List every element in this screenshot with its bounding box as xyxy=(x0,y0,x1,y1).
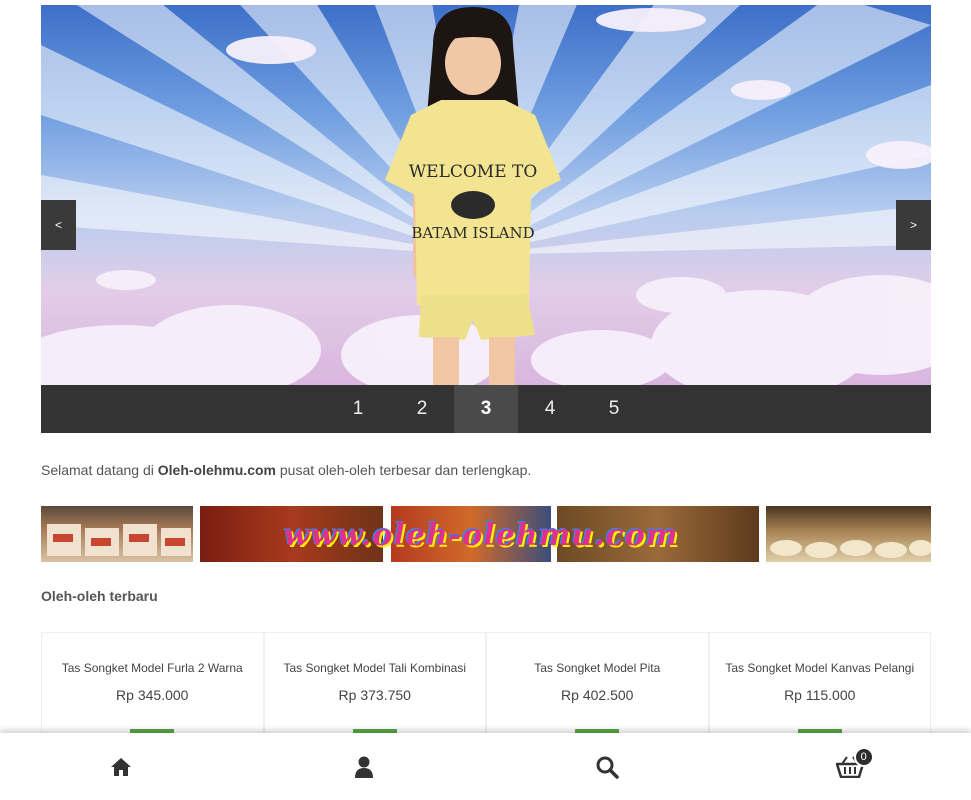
banner-strip[interactable]: www.oleh-olehmu.com xyxy=(41,506,931,562)
welcome-brand: Oleh-olehmu.com xyxy=(157,462,276,478)
home-icon xyxy=(111,757,132,776)
cart-count-badge: 0 xyxy=(853,747,874,767)
welcome-suffix: pusat oleh-oleh terbesar dan terlengkap. xyxy=(275,462,532,478)
product-card[interactable]: Tas Songket Model Furla 2 Warna Rp 345.0… xyxy=(41,632,264,742)
pager-page-1[interactable]: 1 xyxy=(326,385,390,433)
product-card[interactable]: Tas Songket Model Kanvas Pelangi Rp 115.… xyxy=(708,632,931,742)
pager-page-3[interactable]: 3 xyxy=(454,385,518,433)
product-name[interactable]: Tas Songket Model Pita xyxy=(487,661,708,675)
shirt-text-bottom: BATAM ISLAND xyxy=(411,224,534,242)
nav-account-button[interactable] xyxy=(243,733,486,800)
pager-page-2[interactable]: 2 xyxy=(390,385,454,433)
product-name[interactable]: Tas Songket Model Kanvas Pelangi xyxy=(710,661,931,675)
product-list: Tas Songket Model Furla 2 Warna Rp 345.0… xyxy=(41,632,931,742)
banner-photo-boxes xyxy=(41,506,193,562)
welcome-prefix: Selamat datang di xyxy=(41,462,158,478)
bottom-nav: 0 xyxy=(0,733,971,800)
product-price: Rp 373.750 xyxy=(338,687,411,703)
slider-prev-button[interactable]: < xyxy=(41,200,76,250)
product-card[interactable]: Tas Songket Model Tali Kombinasi Rp 373.… xyxy=(263,632,486,742)
prev-arrow-icon: < xyxy=(54,218,62,232)
slide-illustration: WELCOME TO BATAM ISLAND xyxy=(41,5,931,385)
product-name[interactable]: Tas Songket Model Furla 2 Warna xyxy=(42,661,263,675)
product-price: Rp 345.000 xyxy=(116,687,189,703)
hero-slider[interactable]: WELCOME TO BATAM ISLAND < > 1 2 3 4 5 xyxy=(41,5,931,433)
banner-photo-stall xyxy=(766,506,931,562)
nav-home-button[interactable] xyxy=(0,733,243,800)
slider-next-button[interactable]: > xyxy=(896,200,931,250)
slider-pager: 1 2 3 4 5 xyxy=(41,385,931,433)
slide-image: WELCOME TO BATAM ISLAND xyxy=(41,5,931,385)
welcome-text: Selamat datang di Oleh-olehmu.com pusat … xyxy=(41,462,531,478)
product-card[interactable]: Tas Songket Model Pita Rp 402.500 xyxy=(486,632,709,742)
search-icon xyxy=(596,756,619,779)
section-title-latest: Oleh-oleh terbaru xyxy=(41,588,158,604)
banner-site-url: www.oleh-olehmu.com xyxy=(283,518,679,553)
nav-search-button[interactable] xyxy=(486,733,729,800)
shirt-text-top: WELCOME TO xyxy=(409,162,538,182)
product-name[interactable]: Tas Songket Model Tali Kombinasi xyxy=(265,661,486,675)
pager-page-5[interactable]: 5 xyxy=(582,385,646,433)
next-arrow-icon: > xyxy=(909,218,917,232)
pager-page-4[interactable]: 4 xyxy=(518,385,582,433)
product-price: Rp 402.500 xyxy=(561,687,634,703)
nav-cart-button[interactable]: 0 xyxy=(728,733,971,800)
user-icon xyxy=(355,756,374,778)
product-price: Rp 115.000 xyxy=(784,687,856,703)
